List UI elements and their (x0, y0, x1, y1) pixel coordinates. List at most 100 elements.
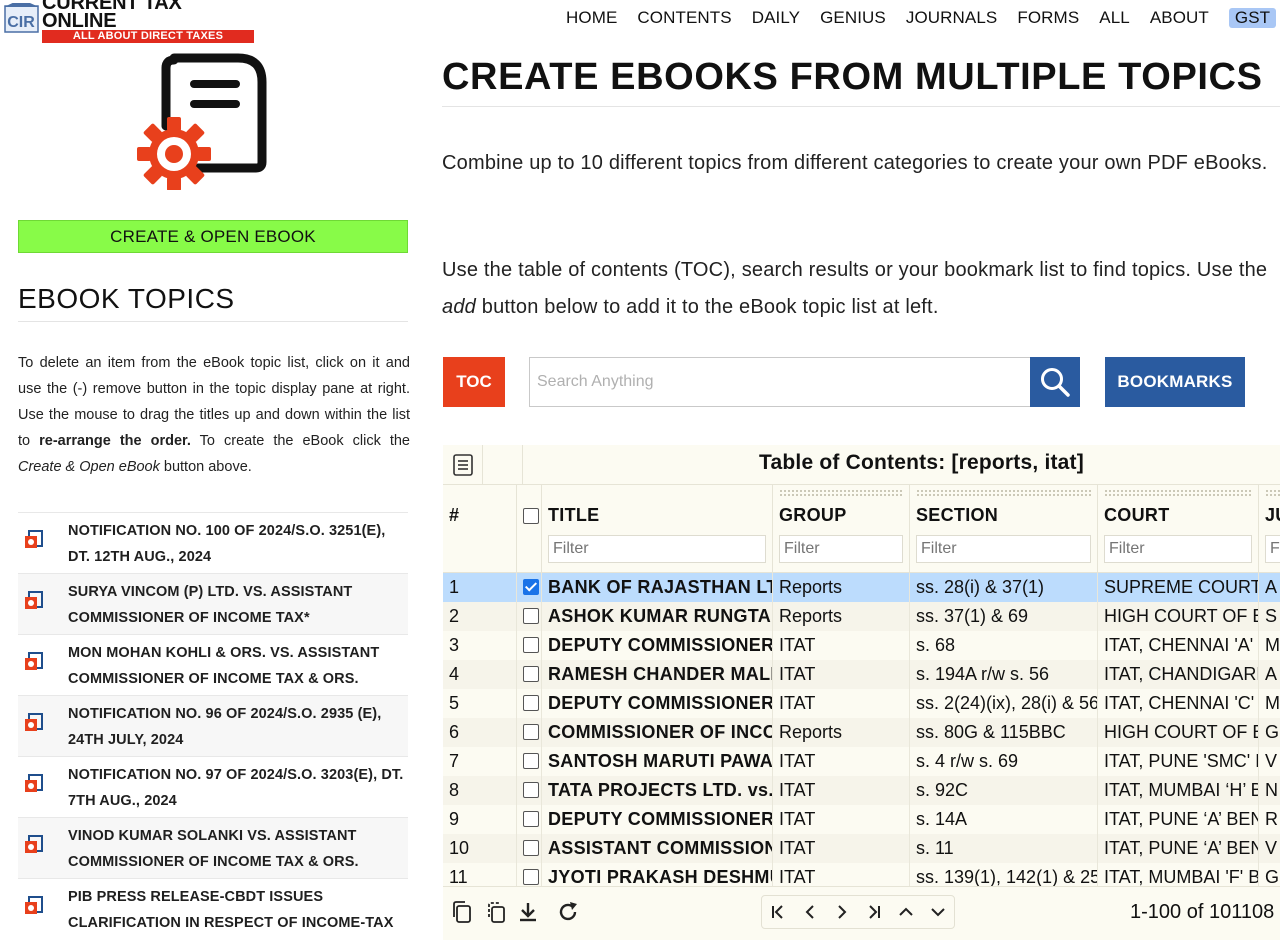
cell-title[interactable]: SANTOSH MARUTI PAWAR vs. (542, 747, 773, 776)
cell-judges: V (1259, 747, 1280, 776)
cell-title[interactable]: BANK OF RAJASTHAN LTD. vs. (542, 573, 773, 602)
col-drag-handle[interactable] (779, 489, 903, 497)
cell-title[interactable]: DEPUTY COMMISSIONER OF (542, 805, 773, 834)
filter-title-input[interactable] (548, 535, 766, 563)
filter-section-input[interactable] (916, 535, 1091, 563)
grid-menu-button[interactable] (443, 445, 483, 485)
page-info: 1-100 of 101108 (1130, 901, 1275, 923)
download-button[interactable] (513, 897, 543, 927)
row-checkbox[interactable] (523, 637, 539, 653)
row-checkbox[interactable] (523, 840, 539, 856)
nav-contents[interactable]: CONTENTS (637, 8, 731, 28)
col-header-num[interactable]: # (443, 485, 517, 572)
topic-item[interactable]: MON MOHAN KOHLI & ORS. VS. ASSISTANT COM… (18, 634, 408, 695)
row-checkbox[interactable] (523, 782, 539, 798)
col-header-group[interactable]: GROUP (773, 485, 910, 572)
table-row[interactable]: 10 ASSISTANT COMMISSIONER OFITATs. 11ITAT… (443, 834, 1280, 863)
search-button[interactable] (1030, 357, 1080, 407)
col-title-judges: JUDGES (1265, 505, 1280, 525)
col-title-court: COURT (1104, 505, 1170, 525)
nav-gst[interactable]: GST (1228, 8, 1277, 28)
table-row[interactable]: 3 DEPUTY COMMISSIONER OFITATs. 68ITAT, CH… (443, 631, 1280, 660)
toc-button[interactable]: TOC (443, 357, 505, 407)
grid-body: 1BANK OF RAJASTHAN LTD. vs.Reportsss. 28… (443, 573, 1280, 892)
col-header-judges[interactable]: JUDGES (1259, 485, 1280, 572)
table-row[interactable]: 4 RAMESH CHANDER MALIK vs.ITATs. 194A r/w… (443, 660, 1280, 689)
cell-title[interactable]: DEPUTY COMMISSIONER OF (542, 689, 773, 718)
topic-item[interactable]: NOTIFICATION NO. 100 OF 2024/S.O. 3251(E… (18, 512, 408, 573)
cell-section: s. 92C (910, 776, 1098, 805)
filter-group-input[interactable] (779, 535, 903, 563)
prev-page-button[interactable] (794, 896, 826, 928)
col-drag-handle[interactable] (1104, 489, 1252, 497)
filter-judges-input[interactable] (1265, 535, 1280, 563)
table-row[interactable]: 5 DEPUTY COMMISSIONER OFITATss. 2(24)(ix)… (443, 689, 1280, 718)
nav-all[interactable]: ALL (1099, 8, 1130, 28)
row-checkbox[interactable] (523, 695, 539, 711)
topic-item[interactable]: SURYA VINCOM (P) LTD. VS. ASSISTANT COMM… (18, 573, 408, 634)
nav-forms[interactable]: FORMS (1017, 8, 1079, 28)
copy-all-button[interactable] (481, 897, 511, 927)
nav-genius[interactable]: GENIUS (820, 8, 886, 28)
create-open-ebook-button[interactable]: CREATE & OPEN EBOOK (18, 220, 408, 253)
toolbar-spacer (483, 445, 523, 485)
cell-group: ITAT (773, 689, 910, 718)
nav-about[interactable]: ABOUT (1150, 8, 1209, 28)
bookmarks-button[interactable]: BOOKMARKS (1105, 357, 1245, 407)
cell-court: SUPREME COURT OF INDIA (1098, 573, 1259, 602)
cell-num: 7 (443, 747, 517, 776)
table-row[interactable]: 1 BANK OF RAJASTHAN LTD. vs.Reportsss. 28… (443, 573, 1280, 602)
cell-title[interactable]: TATA PROJECTS LTD. vs. (542, 776, 773, 805)
row-checkbox[interactable] (523, 811, 539, 827)
row-checkbox[interactable] (523, 608, 539, 624)
row-checkbox[interactable] (523, 666, 539, 682)
next-page-button[interactable] (826, 896, 858, 928)
table-row[interactable]: 8 TATA PROJECTS LTD. vs. ITAT s. 92C ITAT, M… (443, 776, 1280, 805)
cell-title[interactable]: ASHOK KUMAR RUNGTA vs. (542, 602, 773, 631)
cell-title[interactable]: DEPUTY COMMISSIONER OF (542, 631, 773, 660)
cell-title[interactable]: RAMESH CHANDER MALIK vs. (542, 660, 773, 689)
copy-icon (453, 901, 471, 923)
row-checkbox[interactable] (523, 869, 539, 885)
table-row[interactable]: 2 ASHOK KUMAR RUNGTA vs.Reportsss. 37(1) … (443, 602, 1280, 631)
table-row[interactable]: 9 DEPUTY COMMISSIONER OFITATs. 14AITAT, P… (443, 805, 1280, 834)
last-page-button[interactable] (858, 896, 890, 928)
refresh-button[interactable] (553, 897, 583, 927)
row-checkbox[interactable] (523, 724, 539, 740)
select-all-checkbox[interactable] (523, 508, 539, 524)
col-header-court[interactable]: COURT (1098, 485, 1259, 572)
col-title-group: GROUP (779, 505, 847, 525)
filter-court-input[interactable] (1104, 535, 1252, 563)
cell-section: s. 68 (910, 631, 1098, 660)
nav-daily[interactable]: DAILY (752, 8, 800, 28)
col-header-section[interactable]: SECTION (910, 485, 1098, 572)
search-input[interactable] (529, 357, 1031, 407)
cell-judges: N (1259, 776, 1280, 805)
topic-item[interactable]: VINOD KUMAR SOLANKI VS. ASSISTANT COMMIS… (18, 817, 408, 878)
site-logo[interactable]: CIR CURRENT TAX ONLINE ALL ABOUT DIRECT … (4, 0, 256, 43)
cell-section: ss. 37(1) & 69 (910, 602, 1098, 631)
topic-item[interactable]: PIB PRESS RELEASE-CBDT ISSUES CLARIFICAT… (18, 878, 408, 939)
nav-journals[interactable]: JOURNALS (906, 8, 998, 28)
row-select-cell (517, 689, 542, 718)
table-row[interactable]: 6 COMMISSIONER OF INCOMEReportsss. 80G & … (443, 718, 1280, 747)
nav-home[interactable]: HOME (566, 8, 617, 28)
cell-num: 4 (443, 660, 517, 689)
row-checkbox[interactable] (523, 753, 539, 769)
topic-item[interactable]: NOTIFICATION NO. 96 OF 2024/S.O. 2935 (E… (18, 695, 408, 756)
scroll-down-button[interactable] (922, 896, 954, 928)
col-drag-handle[interactable] (916, 489, 1091, 497)
copy-button[interactable] (447, 897, 477, 927)
cell-num: 6 (443, 718, 517, 747)
scroll-up-button[interactable] (890, 896, 922, 928)
col-header-title[interactable]: TITLE (542, 485, 773, 572)
logo-subtitle: ALL ABOUT DIRECT TAXES (42, 29, 254, 43)
usage-text-1: Use the table of contents (TOC), search … (442, 259, 1268, 281)
first-page-button[interactable] (762, 896, 794, 928)
row-checkbox[interactable] (523, 579, 539, 595)
table-row[interactable]: 7 SANTOSH MARUTI PAWAR vs.ITATs. 4 r/w s.… (443, 747, 1280, 776)
cell-title[interactable]: COMMISSIONER OF INCOME (542, 718, 773, 747)
col-drag-handle[interactable] (1265, 489, 1280, 497)
cell-title[interactable]: ASSISTANT COMMISSIONER OF (542, 834, 773, 863)
topic-item[interactable]: NOTIFICATION NO. 97 OF 2024/S.O. 3203(E)… (18, 756, 408, 817)
